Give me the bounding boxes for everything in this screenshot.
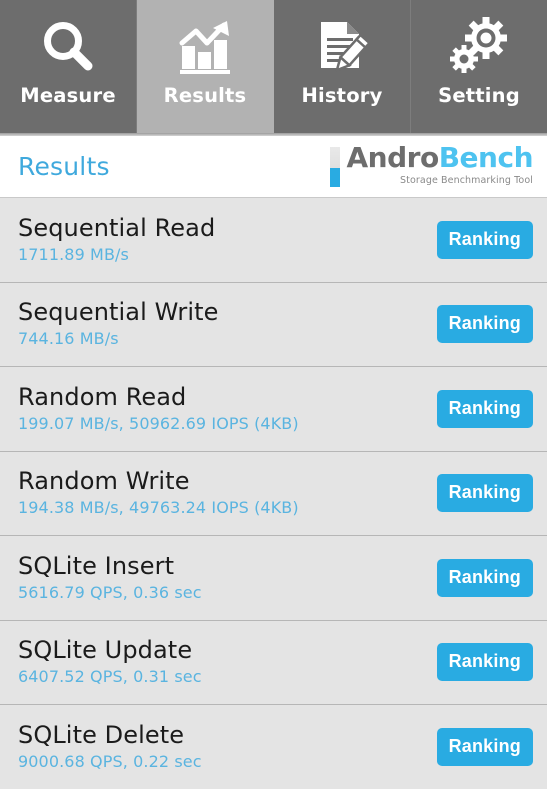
result-row-text: Random Read 199.07 MB/s, 50962.69 IOPS (4… xyxy=(18,382,437,433)
result-row: Random Write 194.38 MB/s, 49763.24 IOPS (… xyxy=(0,451,547,536)
tab-measure-label: Measure xyxy=(20,84,116,107)
result-value: 1711.89 MB/s xyxy=(18,244,129,264)
result-row: SQLite Delete 9000.68 QPS, 0.22 sec Rankin… xyxy=(0,705,547,789)
tab-history[interactable]: History xyxy=(274,0,411,133)
result-row: SQLite Insert 5616.79 QPS, 0.36 sec Rankin… xyxy=(0,536,547,621)
result-row-text: Sequential Write 744.16 MB/s xyxy=(18,298,437,349)
ranking-button[interactable]: Ranking xyxy=(436,474,533,513)
ranking-button[interactable]: Ranking xyxy=(436,389,533,428)
result-row: Sequential Write 744.16 MB/s Ranking xyxy=(0,282,547,367)
result-title: Random Read xyxy=(18,382,187,411)
tab-setting[interactable]: Setting xyxy=(411,0,547,133)
result-title: SQLite Insert xyxy=(18,551,175,580)
androbench-logo: AndroBench Storage Benchmarking Tool xyxy=(329,144,534,187)
logo-wordmark: AndroBench xyxy=(347,144,534,172)
result-value: 199.07 MB/s, 50962.69 IOPS (4KB) xyxy=(18,413,299,433)
document-pencil-icon xyxy=(274,9,410,85)
bar-chart-arrow-icon xyxy=(137,9,273,85)
result-value: 744.16 MB/s xyxy=(18,329,119,349)
logo-text: AndroBench Storage Benchmarking Tool xyxy=(347,144,534,187)
magnifier-icon xyxy=(0,9,136,85)
ranking-button[interactable]: Ranking xyxy=(436,220,533,259)
result-title: Sequential Read xyxy=(18,213,216,242)
result-row: SQLite Update 6407.52 QPS, 0.31 sec Rankin… xyxy=(0,620,547,705)
page-header: Results AndroBench Storage Benchmarking … xyxy=(0,136,547,197)
result-row-text: SQLite Insert 5616.79 QPS, 0.36 sec xyxy=(18,551,437,602)
gears-icon xyxy=(411,9,547,85)
tab-measure[interactable]: Measure xyxy=(0,0,137,133)
ranking-button[interactable]: Ranking xyxy=(436,558,533,597)
result-row-text: SQLite Update 6407.52 QPS, 0.31 sec xyxy=(18,636,437,687)
result-value: 9000.68 QPS, 0.22 sec xyxy=(18,752,202,772)
result-title: SQLite Delete xyxy=(18,721,185,750)
tab-history-label: History xyxy=(301,84,383,107)
logo-bench: Bench xyxy=(438,141,534,174)
results-list: Sequential Read 1711.89 MB/s Ranking Sequen… xyxy=(0,198,547,789)
result-value: 6407.52 QPS, 0.31 sec xyxy=(18,667,202,687)
ranking-button[interactable]: Ranking xyxy=(436,728,533,767)
tab-setting-label: Setting xyxy=(438,84,520,107)
result-row-text: Random Write 194.38 MB/s, 49763.24 IOPS (… xyxy=(18,467,437,518)
result-row-text: SQLite Delete 9000.68 QPS, 0.22 sec xyxy=(18,721,437,772)
result-value: 5616.79 QPS, 0.36 sec xyxy=(18,582,202,602)
logo-bar-icon xyxy=(329,147,340,187)
ranking-button[interactable]: Ranking xyxy=(436,643,533,682)
result-row: Sequential Read 1711.89 MB/s Ranking xyxy=(0,198,547,283)
result-title: Random Write xyxy=(18,467,190,496)
ranking-button[interactable]: Ranking xyxy=(436,305,533,344)
page-title: Results xyxy=(18,152,110,181)
result-row: Random Read 199.07 MB/s, 50962.69 IOPS (4… xyxy=(0,367,547,452)
logo-tagline: Storage Benchmarking Tool xyxy=(400,175,533,186)
logo-andro: Andro xyxy=(346,141,440,174)
result-title: Sequential Write xyxy=(18,298,219,327)
result-title: SQLite Update xyxy=(18,636,193,665)
tab-bar: Measure Results History Setting xyxy=(0,0,547,133)
tab-results-label: Results xyxy=(163,84,247,107)
result-row-text: Sequential Read 1711.89 MB/s xyxy=(18,213,437,264)
tab-results[interactable]: Results xyxy=(137,0,274,133)
result-value: 194.38 MB/s, 49763.24 IOPS (4KB) xyxy=(18,498,299,518)
